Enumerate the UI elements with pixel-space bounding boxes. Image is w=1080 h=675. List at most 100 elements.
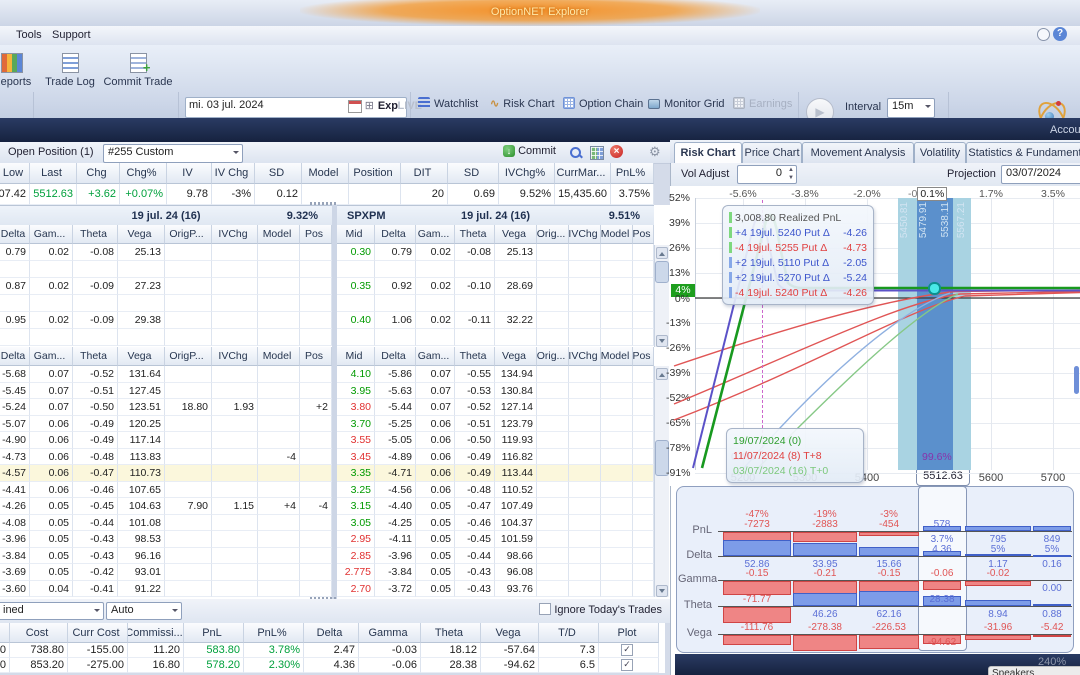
table-cell[interactable]: 0.35 <box>337 278 375 295</box>
ignore-trades-checkbox[interactable]: Ignore Today's Trades <box>539 603 662 616</box>
table-cell[interactable] <box>569 244 601 261</box>
table-cell[interactable]: -0.42 <box>73 564 118 581</box>
table-cell[interactable]: 7.3 <box>539 643 599 658</box>
table-row[interactable]: 3.55 -5.05 0.06 -0.50 119.93 <box>337 432 654 449</box>
table-cell[interactable]: -4.11 <box>375 531 416 548</box>
table-cell[interactable] <box>569 531 601 548</box>
table-cell[interactable]: -0.06 <box>359 658 421 673</box>
table-cell[interactable] <box>633 465 654 482</box>
table-cell[interactable]: 3.45 <box>337 448 375 465</box>
table-cell[interactable]: 0.02 <box>416 312 455 329</box>
table-cell[interactable] <box>212 564 258 581</box>
gear-icon[interactable]: ⚙ <box>649 144 661 160</box>
table-cell[interactable]: 93.01 <box>118 564 165 581</box>
table-cell[interactable]: 6.5 <box>539 658 599 673</box>
table-cell[interactable] <box>165 382 212 399</box>
table-cell[interactable] <box>165 312 212 329</box>
table-cell[interactable]: 0.07 <box>30 382 73 399</box>
table-cell[interactable]: -0.47 <box>455 498 495 515</box>
table-cell[interactable] <box>258 261 300 278</box>
table-cell[interactable] <box>455 295 495 312</box>
table-cell[interactable] <box>300 432 332 449</box>
table-cell[interactable]: 0.12 <box>255 184 302 205</box>
table-cell[interactable] <box>300 481 332 498</box>
table-row[interactable]: 3.80 -5.44 0.07 -0.52 127.14 <box>337 399 654 416</box>
windows-item-risk-chart[interactable]: ∿ Risk Chart <box>490 97 555 112</box>
table-cell[interactable] <box>258 514 300 531</box>
table-cell[interactable] <box>212 580 258 597</box>
table-cell[interactable]: -5.63 <box>375 382 416 399</box>
table-cell[interactable] <box>212 366 258 383</box>
table-cell[interactable]: 0.06 <box>416 465 455 482</box>
table-cell[interactable]: -0.49 <box>73 415 118 432</box>
table-cell[interactable]: -3.72 <box>375 580 416 597</box>
table-cell[interactable]: 2.47 <box>304 643 359 658</box>
table-cell[interactable] <box>118 329 165 346</box>
windows-item-watchlist[interactable]: Watchlist <box>418 97 478 112</box>
table-cell[interactable]: 2.85 <box>337 547 375 564</box>
table-cell[interactable]: 0.79 <box>375 244 416 261</box>
tab-price-chart[interactable]: Price Chart <box>742 142 802 163</box>
table-cell[interactable] <box>537 432 569 449</box>
table-cell[interactable] <box>349 184 401 205</box>
table-cell[interactable]: -0.09 <box>73 278 118 295</box>
table-cell[interactable] <box>537 514 569 531</box>
table-cell[interactable]: -0.55 <box>455 366 495 383</box>
vol-adjust-spinner[interactable]: 0 ▲ ▼ <box>737 165 797 184</box>
table-row[interactable]: 2.85 -3.96 0.05 -0.44 98.66 <box>337 547 654 564</box>
table-row[interactable]: -5.45 0.07 -0.51 127.45 <box>0 382 332 399</box>
table-cell[interactable]: -0.50 <box>73 399 118 416</box>
table-cell[interactable] <box>633 382 654 399</box>
table-row[interactable]: 3.25 -4.56 0.06 -0.48 110.52 <box>337 481 654 498</box>
table-cell[interactable]: 127.14 <box>495 399 537 416</box>
table-row[interactable]: 0.40 1.06 0.02 -0.11 32.22 <box>337 312 654 329</box>
table-cell[interactable]: -0.48 <box>455 481 495 498</box>
table-cell[interactable] <box>212 244 258 261</box>
auto-dropdown[interactable]: Auto <box>106 602 182 620</box>
table-cell[interactable] <box>601 244 633 261</box>
table-cell[interactable] <box>455 261 495 278</box>
table-cell[interactable]: 18.80 <box>165 399 212 416</box>
table-cell[interactable] <box>300 465 332 482</box>
table-cell[interactable]: 0.05 <box>416 531 455 548</box>
table-cell[interactable]: -4 <box>300 498 332 515</box>
table-cell[interactable] <box>601 261 633 278</box>
table-cell[interactable]: 0.30 <box>337 244 375 261</box>
table-cell[interactable]: 583.80 <box>184 643 244 658</box>
table-cell[interactable]: 0.02 <box>416 278 455 295</box>
combined-dropdown[interactable]: ined <box>0 602 104 620</box>
table-row[interactable]: -4.90 0.06 -0.49 117.14 <box>0 432 332 449</box>
table-cell[interactable]: 107.49 <box>495 498 537 515</box>
table-row[interactable] <box>0 329 332 346</box>
table-cell[interactable] <box>165 415 212 432</box>
table-cell[interactable]: -57.64 <box>481 643 539 658</box>
table-cell[interactable] <box>300 366 332 383</box>
table-cell[interactable]: -0.53 <box>455 382 495 399</box>
table-cell[interactable] <box>633 295 654 312</box>
table-cell[interactable] <box>537 448 569 465</box>
table-cell[interactable]: +2 <box>300 399 332 416</box>
table-cell[interactable] <box>537 366 569 383</box>
table-cell[interactable] <box>601 312 633 329</box>
table-cell[interactable] <box>537 244 569 261</box>
table-cell[interactable]: 4.36 <box>304 658 359 673</box>
table-cell[interactable]: -5.05 <box>375 432 416 449</box>
table-cell[interactable] <box>212 432 258 449</box>
table-cell[interactable]: 96.08 <box>495 564 537 581</box>
table-row[interactable]: 3.95 -5.63 0.07 -0.53 130.84 <box>337 382 654 399</box>
projection-date-input[interactable]: 03/07/2024 <box>1001 165 1080 184</box>
table-cell[interactable]: 101.59 <box>495 531 537 548</box>
table-cell[interactable] <box>30 329 73 346</box>
table-cell[interactable] <box>165 261 212 278</box>
table-cell[interactable]: 0.06 <box>416 481 455 498</box>
table-cell[interactable]: 101.08 <box>118 514 165 531</box>
table-row[interactable]: -5.68 0.07 -0.52 131.64 <box>0 366 332 383</box>
table-cell[interactable]: -4.57 <box>0 465 30 482</box>
table-row[interactable]: 3.35 -4.71 0.06 -0.49 113.44 <box>337 465 654 482</box>
table-cell[interactable] <box>0 329 30 346</box>
table-cell[interactable] <box>633 312 654 329</box>
table-cell[interactable]: 0.05 <box>30 564 73 581</box>
table-cell[interactable]: 50 <box>0 643 10 658</box>
table-cell[interactable] <box>258 564 300 581</box>
table-cell[interactable] <box>416 295 455 312</box>
